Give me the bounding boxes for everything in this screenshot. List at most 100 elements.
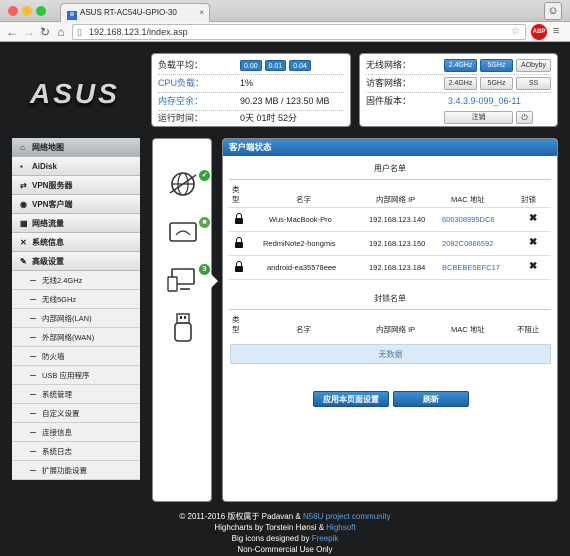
sidebar-sub-custom[interactable]: 自定义设置 (12, 404, 140, 423)
client-mac-link[interactable]: BCBEBE5EFC17 (442, 263, 500, 272)
load-values: 0.00 0.01 0.04 (240, 58, 314, 72)
firmware-version-link[interactable]: 3.4.3.9-099_06-11 (448, 94, 521, 108)
sidebar-sub-wireless-24[interactable]: 无线2.4GHz (12, 271, 140, 290)
sidebar-sub-wan[interactable]: 外部网络(WAN) (12, 328, 140, 347)
sidebar-item-traffic[interactable]: ▦ 网络流量 (12, 214, 140, 233)
col-mac-header: MAC 地址 (451, 325, 485, 334)
home-icon: ⌂ (20, 143, 25, 152)
guest-5ghz-button[interactable]: 5GHz (480, 77, 513, 90)
memory-free-link[interactable]: 内存空余： (158, 94, 238, 108)
client-status-panel: 客户端状态 用户名单 类型 名字 内部网络 IP MAC 地址 封锁 Wus-M… (222, 138, 558, 502)
freepik-link[interactable]: Freepik (312, 534, 339, 543)
device-map-column: ✓ ■ 3 (152, 138, 218, 502)
logout-button[interactable]: 注销 (444, 111, 513, 124)
wifi-5ghz-button[interactable]: 5GHz (480, 59, 513, 72)
power-icon[interactable]: ⏻ (516, 111, 533, 124)
adblock-icon[interactable]: ABP (531, 24, 547, 40)
sidebar-sub-usb[interactable]: USB 应用程序 (12, 366, 140, 385)
apply-button[interactable]: 应用本页面设置 (313, 391, 389, 407)
sidebar-sub-firewall[interactable]: 防火墙 (12, 347, 140, 366)
sidebar-item-vpn-client[interactable]: ◉ VPN客户端 (12, 195, 140, 214)
favicon-icon: ⊕ (67, 11, 77, 20)
firmware-label: 固件版本： (366, 96, 412, 106)
highcharts-credit: Highcharts by Torstein Hønsi & (214, 523, 325, 532)
project-link[interactable]: N56U project community (303, 512, 391, 521)
col-type-header: 类型 (232, 315, 240, 334)
sidebar-item-vpn-server[interactable]: ⇄ VPN服务器 (12, 176, 140, 195)
divider (158, 92, 344, 93)
user-list-title: 用户名单 (229, 163, 551, 180)
url-input[interactable]: ▯ 192.168.123.1/index.asp ☆ (72, 24, 526, 40)
browser-tab[interactable]: ⊕ ASUS RT-AC54U-GPIO-30 × (60, 3, 210, 22)
client-name: Wus-MacBook-Pro (269, 215, 332, 224)
minimize-window-icon[interactable] (22, 6, 32, 16)
load-label: 负载平均： (158, 60, 204, 70)
block-client-icon[interactable]: ✖ (529, 237, 537, 248)
license-text: Non-Commercial Use Only (237, 545, 333, 554)
sidebar-item-aidisk[interactable]: ▪ AiDisk (12, 157, 140, 176)
clients-count-badge: 3 (199, 264, 210, 275)
sidebar-sub-connections[interactable]: 连接信息 (12, 423, 140, 442)
forward-icon[interactable]: → (22, 24, 36, 40)
sidebar-sub-lan[interactable]: 内部网络(LAN) (12, 309, 140, 328)
ss-button[interactable]: SS (516, 77, 551, 90)
tab-title: ASUS RT-AC54U-GPIO-30 (80, 8, 177, 17)
address-bar: ← → ↻ ⌂ ▯ 192.168.123.1/index.asp ☆ ABP … (0, 22, 570, 42)
close-window-icon[interactable] (8, 6, 18, 16)
no-data-row: 无数据 (230, 344, 551, 364)
router-icon[interactable] (166, 215, 200, 249)
divider (366, 92, 551, 93)
sidebar-item-advanced[interactable]: ✎ 高级设置 (12, 252, 140, 271)
refresh-button[interactable]: 刷新 (393, 391, 469, 407)
wifi-24ghz-button[interactable]: 2.4GHz (444, 59, 477, 72)
client-ip: 192.168.123.140 (369, 215, 426, 224)
usb-icon[interactable] (166, 311, 200, 345)
lock-icon (235, 237, 243, 249)
back-icon[interactable]: ← (5, 24, 19, 40)
table-row: android-ea35578eee 192.168.123.184 BCBEB… (229, 256, 551, 280)
shuffle-icon: ✕ (20, 238, 27, 247)
copyright-text: © 2011-2016 版权属于 Padavan & (179, 512, 301, 521)
sidebar-item-network-map[interactable]: ⌂ 网络地图 (12, 138, 140, 157)
highsoft-link[interactable]: Highsoft (326, 523, 355, 532)
sidebar-sub-wireless-5[interactable]: 无线5GHz (12, 290, 140, 309)
sidebar-item-system-info[interactable]: ✕ 系统信息 (12, 233, 140, 252)
sidebar-item-label: 网络流量 (32, 219, 64, 228)
client-ip: 192.168.123.150 (369, 239, 426, 248)
internet-globe-icon[interactable] (166, 167, 200, 201)
sidebar-item-label: VPN服务器 (32, 181, 73, 190)
client-mac-link[interactable]: 2082C0866592 (442, 239, 493, 248)
reload-icon[interactable]: ↻ (38, 24, 52, 40)
col-name-header: 名字 (296, 195, 311, 204)
browser-menu-icon[interactable]: ≡ (553, 25, 559, 37)
sidebar-item-label: 系统信息 (32, 238, 64, 247)
load-5min: 0.01 (264, 60, 287, 71)
internet-ok-badge: ✓ (199, 170, 210, 181)
block-client-icon[interactable]: ✖ (529, 261, 537, 272)
close-tab-icon[interactable]: × (199, 8, 204, 17)
cpu-load-link[interactable]: CPU负载： (158, 76, 238, 90)
col-type-header: 类型 (232, 185, 240, 204)
maximize-window-icon[interactable] (36, 6, 46, 16)
bookmark-star-icon[interactable]: ☆ (511, 26, 520, 37)
sidebar-sub-administration[interactable]: 系统管理 (12, 385, 140, 404)
page-icon: ▯ (77, 27, 82, 37)
guest-24ghz-button[interactable]: 2.4GHz (444, 77, 477, 90)
sidebar-sub-extensions[interactable]: 扩展功能设置 (12, 461, 140, 480)
table-row: Wus-MacBook-Pro 192.168.123.140 60030899… (229, 208, 551, 232)
sidebar: ⌂ 网络地图 ▪ AiDisk ⇄ VPN服务器 ◉ VPN客户端 ▦ 网络流量 ✕ 系统信… (12, 138, 140, 480)
home-icon[interactable]: ⌂ (54, 24, 68, 40)
client-mac-link[interactable]: 600308995DC6 (442, 215, 495, 224)
guest-network-label: 访客网络： (366, 78, 412, 88)
clients-icon[interactable] (166, 263, 200, 297)
block-client-icon[interactable]: ✖ (529, 213, 537, 224)
sidebar-sub-syslog[interactable]: 系统日志 (12, 442, 140, 461)
wrench-icon: ✎ (20, 257, 27, 266)
chart-icon: ▦ (20, 219, 28, 228)
user-avatar-icon[interactable]: ☺ (544, 2, 562, 20)
load-1min: 0.00 (240, 60, 262, 71)
aobyby-button[interactable]: AObyby (516, 59, 551, 72)
col-name-header: 名字 (296, 325, 311, 334)
footer: © 2011-2016 版权属于 Padavan & N56U project … (0, 511, 570, 555)
swap-icon: ⇄ (20, 181, 27, 190)
